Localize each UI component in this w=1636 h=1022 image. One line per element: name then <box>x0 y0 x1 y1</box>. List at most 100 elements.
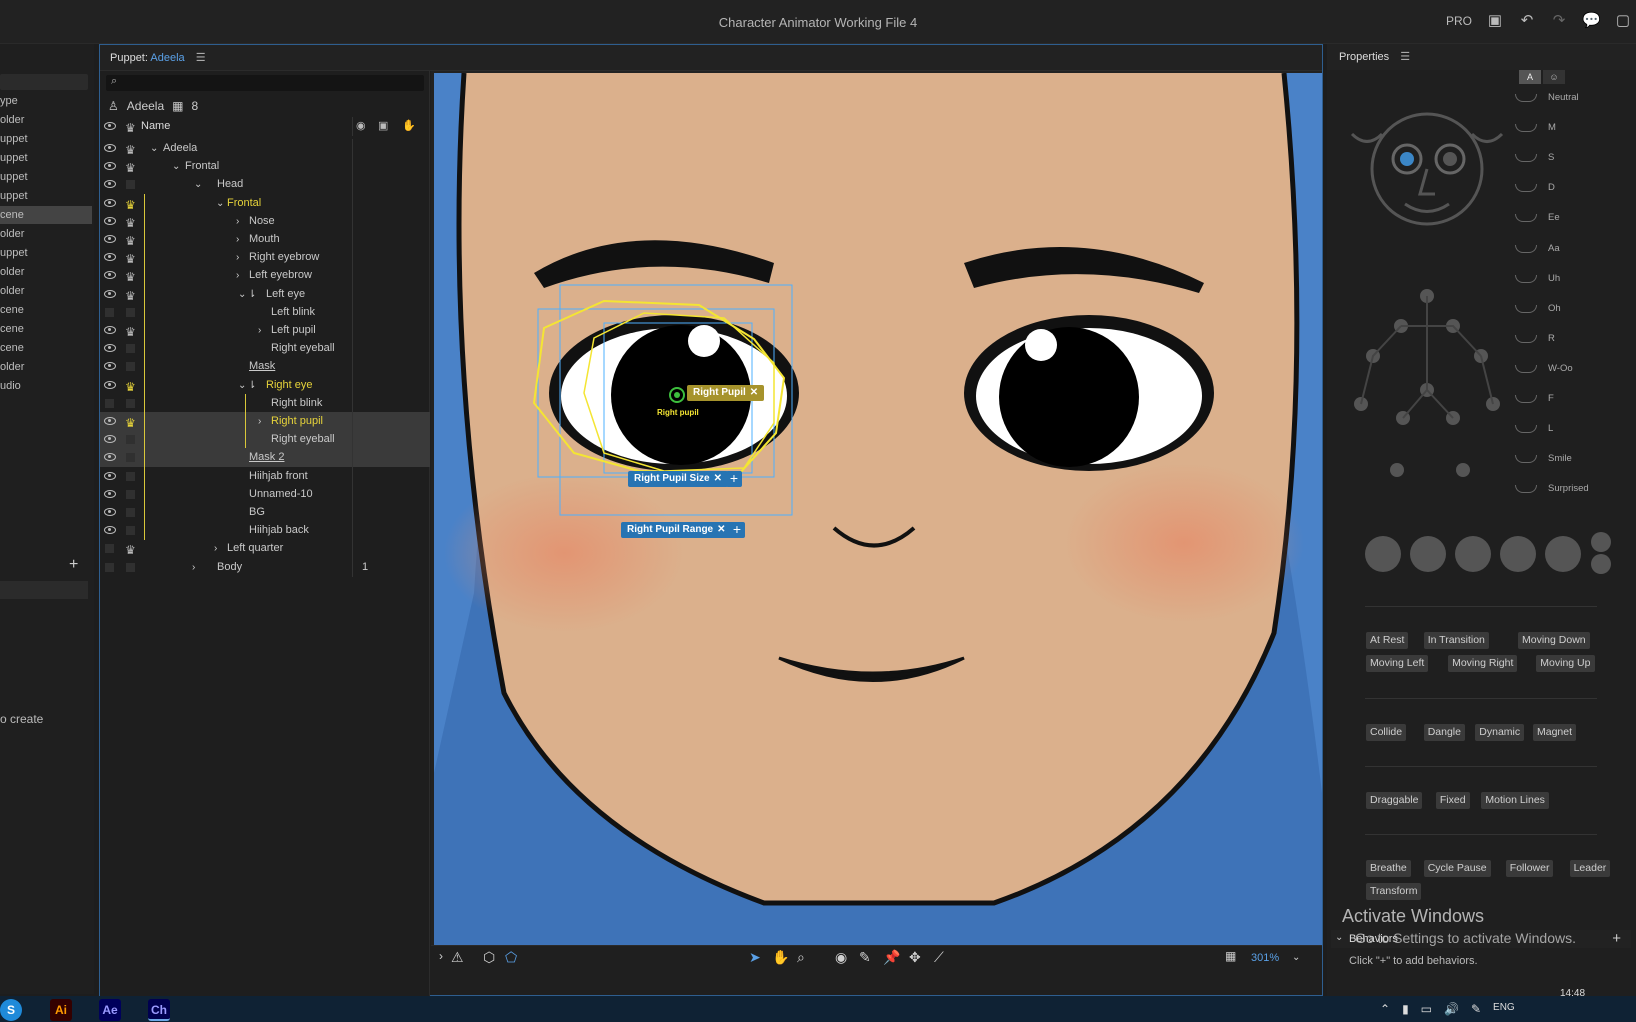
select-tool-icon[interactable]: ➤ <box>749 949 761 966</box>
tree-row[interactable]: ♛ › Mouth <box>100 230 430 249</box>
project-item[interactable]: uppet <box>0 130 92 148</box>
language-indicator[interactable]: ENG <box>1493 1002 1515 1016</box>
after-effects-app-icon[interactable]: Ae <box>99 999 121 1021</box>
expression-face-icon[interactable] <box>1591 532 1611 552</box>
tree-row[interactable]: Hiihjab front <box>100 466 430 486</box>
independent-toggle[interactable] <box>126 362 135 372</box>
behavior-chip[interactable]: Collide <box>1366 724 1407 741</box>
project-item[interactable]: cene <box>0 206 92 224</box>
project-search-input[interactable] <box>0 74 88 90</box>
visibility-icon[interactable] <box>104 362 116 371</box>
dangle-tool-icon[interactable]: ⟋ <box>934 949 944 966</box>
close-icon[interactable]: ✕ <box>750 387 758 398</box>
independent-toggle[interactable] <box>126 398 135 408</box>
viseme-mouth-icon[interactable] <box>1515 274 1537 283</box>
viseme-label[interactable]: Aa <box>1548 243 1560 254</box>
viseme-mouth-icon[interactable] <box>1515 395 1537 403</box>
chevron-up-icon[interactable]: ⌃ <box>1380 1002 1390 1016</box>
chevron-right-icon[interactable]: › <box>236 230 239 249</box>
tree-row[interactable]: ♛ › Nose <box>100 211 430 231</box>
chevron-right-icon[interactable]: › <box>236 248 239 267</box>
independent-toggle[interactable] <box>126 508 135 517</box>
viseme-label[interactable]: M <box>1548 122 1556 133</box>
visibility-toggle[interactable] <box>105 562 114 572</box>
tree-row[interactable]: Right eyeball <box>100 430 430 450</box>
battery-icon[interactable]: ▮ <box>1402 1002 1409 1016</box>
visibility-toggle[interactable] <box>105 398 114 408</box>
panel-menu-icon[interactable]: ☰ <box>1400 51 1410 63</box>
visibility-icon[interactable] <box>104 326 116 334</box>
behavior-chip[interactable]: Draggable <box>1366 792 1423 809</box>
viseme-mouth-icon[interactable] <box>1515 364 1537 373</box>
chevron-down-icon[interactable]: ⌄ <box>194 175 202 194</box>
tree-row[interactable]: BG <box>100 503 430 522</box>
origin-tool-icon[interactable]: ◉ <box>835 949 847 966</box>
viseme-mouth-icon[interactable] <box>1515 184 1537 193</box>
network-icon[interactable]: ▭ <box>1421 1002 1432 1016</box>
visibility-toggle[interactable] <box>105 307 114 317</box>
tree-row[interactable]: › Body 1 <box>100 557 430 577</box>
visibility-toggle[interactable] <box>105 544 114 554</box>
workspace-icon[interactable]: ▣ <box>1486 12 1504 30</box>
add-behavior-button[interactable]: + <box>1612 930 1621 947</box>
expand-icon[interactable]: › <box>439 949 443 963</box>
viseme-mouth-icon[interactable] <box>1515 304 1537 313</box>
project-item[interactable]: older <box>0 358 92 376</box>
behavior-chip[interactable]: Magnet <box>1533 724 1577 741</box>
viseme-mouth-icon[interactable] <box>1515 485 1537 494</box>
viseme-label[interactable]: Uh <box>1548 273 1560 284</box>
behavior-chip[interactable]: Leader <box>1569 860 1611 877</box>
tree-row[interactable]: Unnamed-10 <box>100 484 430 504</box>
viseme-mouth-icon[interactable] <box>1515 334 1537 343</box>
pin-tool-icon[interactable]: 📌 <box>883 949 900 966</box>
fullscreen-icon[interactable]: ▢ <box>1614 12 1632 30</box>
viseme-label[interactable]: Neutral <box>1548 92 1579 103</box>
behavior-chip[interactable]: Moving Down <box>1518 632 1590 649</box>
volume-icon[interactable]: 🔊 <box>1444 1002 1459 1016</box>
viseme-label[interactable]: Surprised <box>1548 483 1589 494</box>
redo-icon[interactable]: ↷ <box>1550 12 1568 30</box>
behavior-chip[interactable]: Transform <box>1366 883 1422 900</box>
visibility-icon[interactable] <box>104 198 116 207</box>
chevron-right-icon[interactable]: › <box>214 539 217 558</box>
viseme-label[interactable]: L <box>1548 423 1553 434</box>
chevron-down-icon[interactable]: ⌄ <box>238 285 246 304</box>
feedback-icon[interactable]: 💬 <box>1582 12 1601 30</box>
undo-icon[interactable]: ↶ <box>1518 12 1536 30</box>
viseme-mouth-icon[interactable] <box>1515 214 1537 223</box>
behavior-chip[interactable]: Follower <box>1505 860 1554 877</box>
name-column-header[interactable]: Name <box>141 117 170 136</box>
tree-row[interactable]: Mask <box>100 357 430 377</box>
visibility-icon[interactable] <box>104 435 116 444</box>
tab-a[interactable]: A <box>1519 70 1541 84</box>
project-item[interactable]: uppet <box>0 187 92 205</box>
independent-toggle[interactable] <box>126 344 135 354</box>
transparency-grid-icon[interactable]: ▦ <box>1225 949 1236 963</box>
project-item[interactable]: cene <box>0 320 92 338</box>
puppet-canvas[interactable]: Right Pupil ✕ Right pupil Right Pupil Siz… <box>434 73 1322 945</box>
viseme-label[interactable]: Ee <box>1548 212 1560 223</box>
project-item[interactable]: udio <box>0 377 92 395</box>
project-filter-input[interactable] <box>0 581 88 599</box>
tree-row[interactable]: ♛ › Right eyebrow <box>100 248 430 268</box>
viseme-label[interactable]: D <box>1548 182 1555 193</box>
mesh-icon[interactable]: ⬡ <box>483 949 495 966</box>
independent-toggle[interactable] <box>126 562 135 572</box>
tree-row[interactable]: ♛ › Left quarter <box>100 539 430 559</box>
tab-face-icon[interactable]: ☺ <box>1543 70 1565 84</box>
project-item[interactable]: older <box>0 263 92 281</box>
zoom-dropdown-icon[interactable]: ⌄ <box>1292 952 1300 963</box>
tree-row[interactable]: Right eyeball <box>100 339 430 359</box>
behavior-chip[interactable]: Dangle <box>1423 724 1465 741</box>
visibility-icon[interactable] <box>104 380 116 389</box>
add-handle-button[interactable]: + <box>726 471 742 487</box>
tree-row[interactable]: ♛ ⌄ Adeela <box>100 139 430 158</box>
viseme-mouth-icon[interactable] <box>1515 94 1537 102</box>
expression-face-icon[interactable] <box>1410 536 1446 572</box>
tree-row[interactable]: ♛ ⌄ ⇂ Left eye <box>100 284 430 304</box>
viseme-mouth-icon[interactable] <box>1515 244 1537 253</box>
project-item[interactable]: uppet <box>0 244 92 262</box>
stick-tool-icon[interactable]: ✎ <box>859 949 871 966</box>
viseme-mouth-icon[interactable] <box>1515 455 1537 464</box>
tree-row[interactable]: ♛ › Right pupil <box>100 412 430 431</box>
